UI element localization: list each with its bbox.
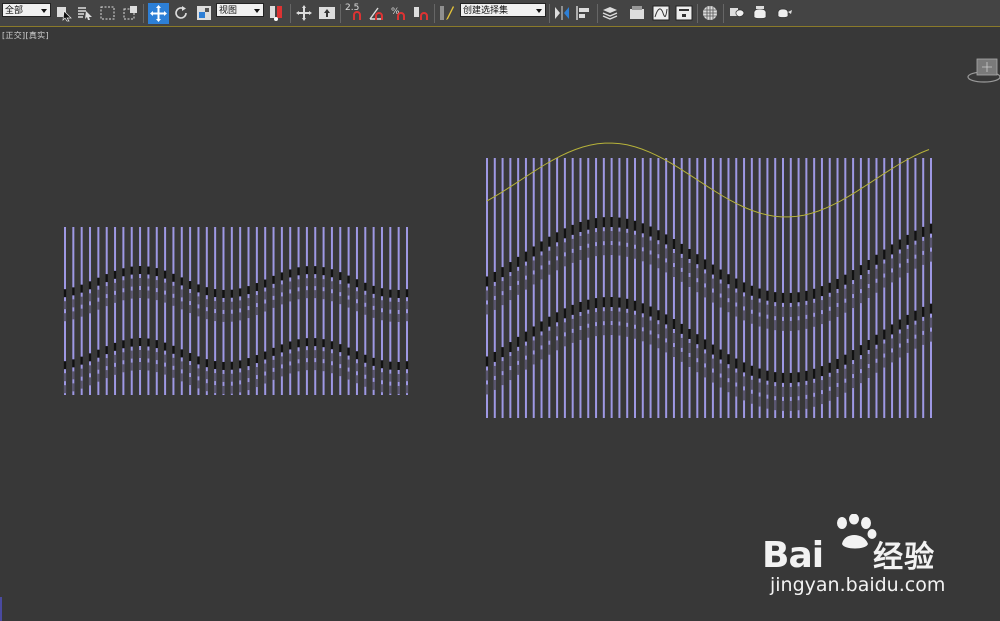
right-wave-slat-model[interactable]	[485, 158, 933, 418]
baidu-jingyan-watermark: Bai 经验 jingyan.baidu.com	[762, 512, 962, 604]
left-wave-slat-model[interactable]	[63, 227, 409, 395]
axis-gizmo-fragment	[0, 597, 2, 621]
watermark-brand: Bai 经验	[762, 535, 936, 576]
wave-guide-spline[interactable]	[486, 142, 930, 218]
watermark-url: jingyan.baidu.com	[770, 574, 946, 596]
